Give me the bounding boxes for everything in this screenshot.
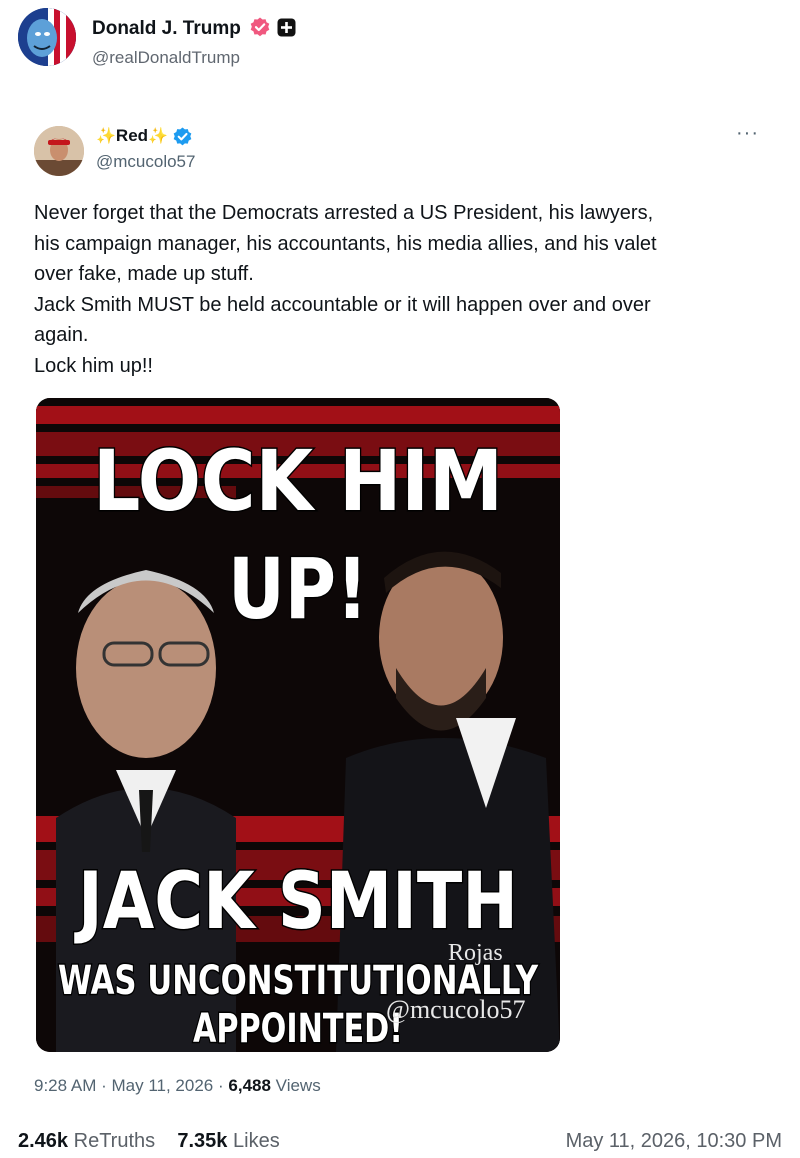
post-stats: 2.46k ReTruths 7.35k Likes May 11, 2026,… bbox=[18, 1130, 782, 1153]
plus-badge-icon bbox=[277, 18, 296, 37]
likes-count: 7.35k bbox=[177, 1130, 228, 1152]
quoted-author-avatar[interactable] bbox=[34, 126, 84, 176]
image-text-appointed: APPOINTED! bbox=[193, 1006, 403, 1052]
retruths-stat[interactable]: 2.46k ReTruths bbox=[18, 1130, 155, 1152]
quoted-author-name[interactable]: Red bbox=[116, 126, 148, 146]
sparkle-icon: ✨ bbox=[148, 128, 168, 145]
separator: · bbox=[218, 1076, 229, 1095]
text-line: Jack Smith MUST be held accountable or i… bbox=[34, 293, 651, 316]
post-image[interactable]: LOCK HIM UP! JACK SMITH WAS UNCONSTITUTI… bbox=[36, 398, 560, 1052]
post-header: Donald J. Trump @realDonaldTrump bbox=[18, 6, 778, 70]
retruths-label: ReTruths bbox=[73, 1130, 156, 1152]
text-line: Never forget that the Democrats arrested… bbox=[34, 202, 654, 224]
image-text-jack-smith: JACK SMITH bbox=[74, 857, 518, 947]
author-avatar[interactable] bbox=[18, 8, 76, 66]
text-line: over fake, made up stuff. bbox=[34, 263, 254, 286]
author-name-row: Donald J. Trump bbox=[92, 17, 296, 40]
author-name[interactable]: Donald J. Trump bbox=[92, 18, 241, 39]
separator: · bbox=[101, 1076, 112, 1095]
text-line: his campaign manager, his accountants, h… bbox=[34, 232, 657, 255]
post-time[interactable]: 9:28 AM bbox=[34, 1076, 96, 1095]
author-handle[interactable]: @realDonaldTrump bbox=[92, 48, 240, 68]
verified-badge-icon bbox=[250, 17, 270, 37]
post-metadata: 9:28 AM · May 11, 2026 · 6,488 Views bbox=[34, 1076, 321, 1096]
quoted-post-text: Never forget that the Democrats arrested… bbox=[34, 198, 764, 382]
post-date[interactable]: May 11, 2026 bbox=[112, 1076, 214, 1095]
image-text-lock-him: LOCK HIM bbox=[93, 432, 503, 530]
image-watermark-name: Rojas bbox=[448, 940, 503, 966]
views-label: Views bbox=[275, 1076, 321, 1095]
retruths-count: 2.46k bbox=[18, 1130, 69, 1152]
image-watermark-handle: @mcucolo57 bbox=[386, 995, 525, 1024]
more-options-icon[interactable]: ··· bbox=[736, 122, 759, 145]
likes-stat[interactable]: 7.35k Likes bbox=[177, 1130, 279, 1152]
likes-label: Likes bbox=[233, 1130, 280, 1152]
views-count: 6,488 bbox=[228, 1076, 271, 1095]
post-timestamp[interactable]: May 11, 2026, 10:30 PM bbox=[566, 1130, 782, 1153]
quoted-author-handle[interactable]: @mcucolo57 bbox=[96, 152, 195, 172]
sparkle-icon: ✨ bbox=[96, 128, 116, 145]
quoted-author-name-row: ✨ Red ✨ bbox=[96, 126, 192, 146]
verified-badge-icon bbox=[173, 126, 192, 146]
image-text-up: UP! bbox=[228, 540, 368, 638]
text-line: Lock him up!! bbox=[34, 354, 153, 377]
text-line: again. bbox=[34, 324, 89, 347]
